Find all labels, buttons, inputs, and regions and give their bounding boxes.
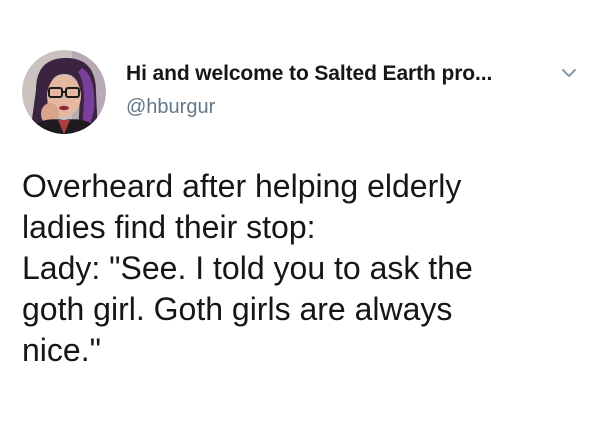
tweet-text: Overheard after helping elderly ladies f… bbox=[22, 166, 582, 371]
tweet-text-line: Lady: "See. I told you to ask the bbox=[22, 250, 473, 286]
avatar[interactable] bbox=[22, 50, 106, 134]
author-handle[interactable]: @hburgur bbox=[126, 96, 215, 119]
author-display-name[interactable]: Hi and welcome to Salted Earth pro... bbox=[126, 62, 492, 86]
tweet-text-line: Overheard after helping elderly bbox=[22, 168, 462, 204]
tweet-text-line: goth girl. Goth girls are always bbox=[22, 291, 453, 327]
tweet-text-line: nice." bbox=[22, 332, 101, 368]
chevron-down-icon[interactable] bbox=[560, 66, 578, 80]
tweet-card: Hi and welcome to Salted Earth pro... @h… bbox=[0, 0, 600, 441]
tweet-text-line: ladies find their stop: bbox=[22, 209, 316, 245]
avatar-image bbox=[22, 50, 106, 134]
